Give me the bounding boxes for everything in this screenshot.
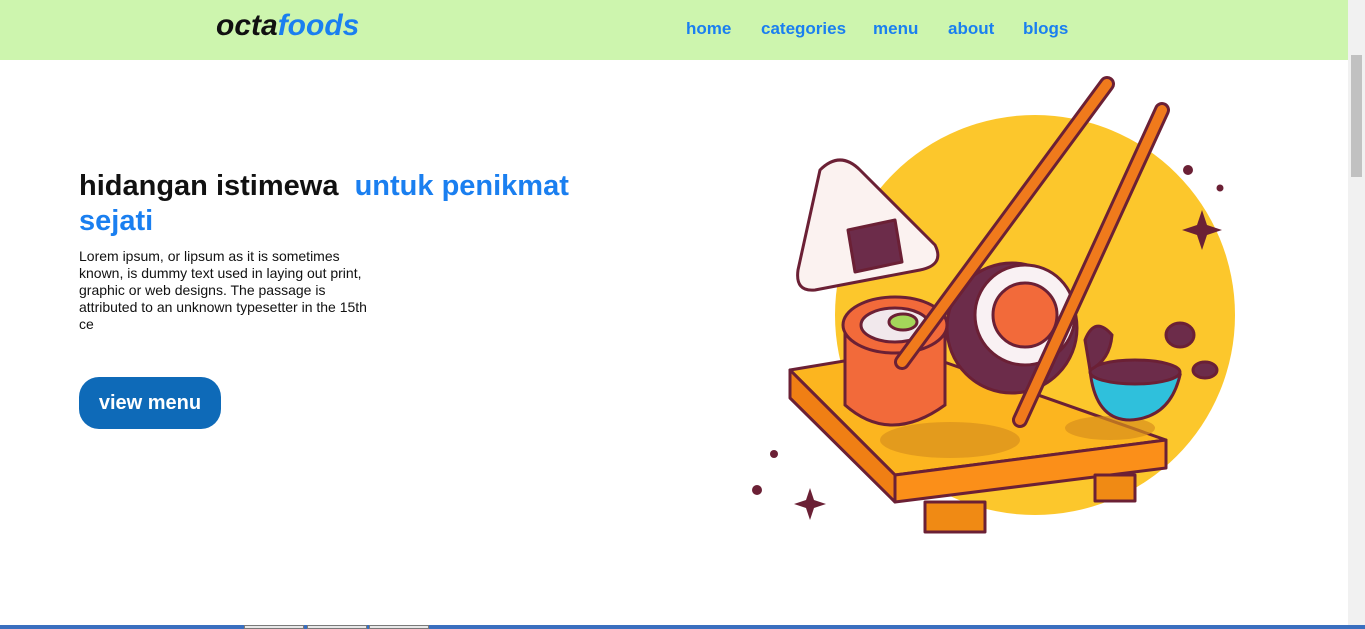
nav-categories-link[interactable]: categories [761, 19, 846, 39]
hero-title-main: hidangan istimewa [79, 170, 339, 202]
scrollbar-thumb[interactable] [1351, 55, 1362, 177]
brand-logo-part1: octa [216, 9, 278, 42]
nav-about-link[interactable]: about [948, 19, 994, 39]
sushi-illustration [752, 76, 1235, 534]
taskbar-tab[interactable] [244, 625, 304, 629]
vertical-scrollbar[interactable] [1348, 0, 1365, 625]
brand-logo[interactable]: octafoods [216, 9, 359, 43]
navbar: octafoods home categories menu about blo… [0, 0, 1348, 60]
view-menu-button[interactable]: view menu [79, 377, 221, 429]
hero-description: Lorem ipsum, or lipsum as it is sometime… [79, 248, 367, 332]
taskbar-tab[interactable] [307, 625, 367, 629]
hero-title: hidangan istimewa untuk penikmat sejati [79, 169, 639, 239]
taskbar-strip [0, 625, 1365, 629]
nav-home-link[interactable]: home [686, 19, 731, 39]
nav-menu-link[interactable]: menu [873, 19, 918, 39]
board-shadow [880, 422, 1020, 458]
nav-blogs-link[interactable]: blogs [1023, 19, 1068, 39]
brand-logo-part2: foods [277, 9, 360, 42]
taskbar-tab[interactable] [369, 625, 429, 629]
